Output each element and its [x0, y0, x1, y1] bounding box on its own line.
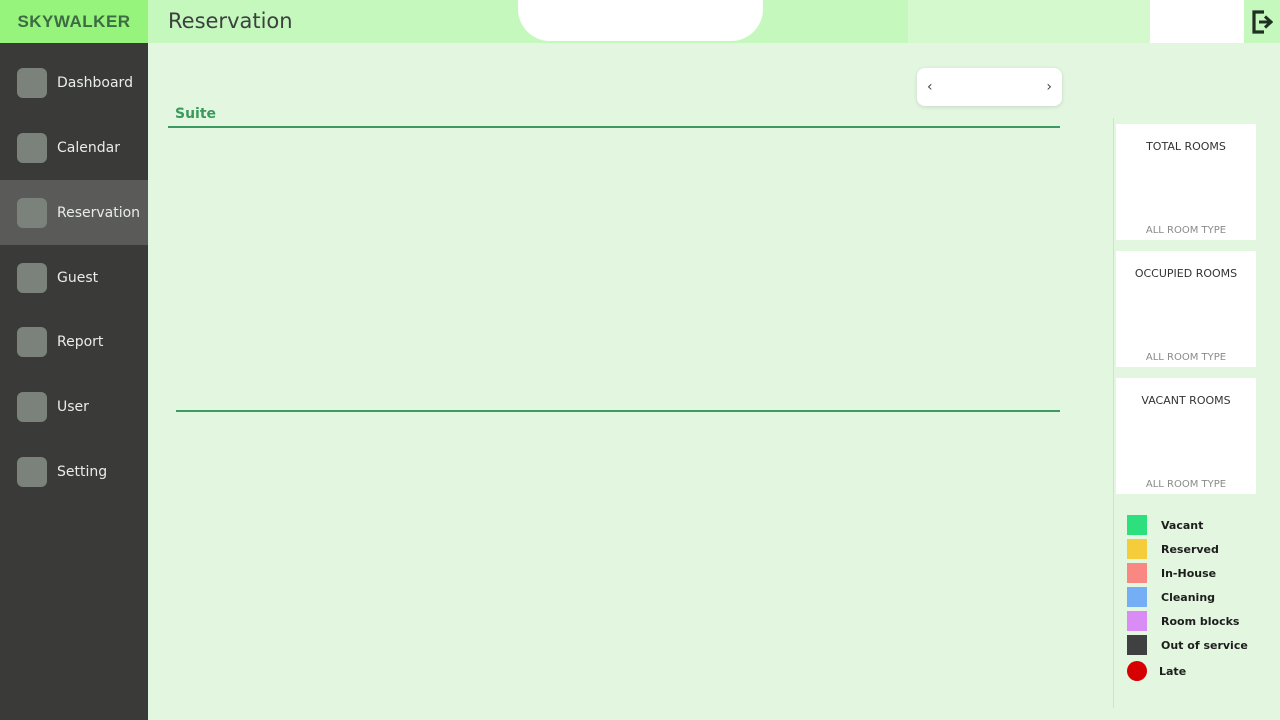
- legend-item-reserved: Reserved: [1127, 539, 1219, 559]
- header-tab: [518, 0, 763, 41]
- header-user-area: [1150, 0, 1244, 43]
- legend-swatch: [1127, 661, 1147, 681]
- logout-icon: [1252, 9, 1273, 34]
- legend-label: Room blocks: [1161, 614, 1240, 628]
- next-arrow-icon[interactable]: ›: [1046, 79, 1052, 95]
- legend-item-room-blocks: Room blocks: [1127, 611, 1239, 631]
- stat-subtitle: ALL ROOM TYPE: [1145, 352, 1227, 363]
- legend-swatch: [1127, 635, 1147, 655]
- legend-item-out-of-service: Out of service: [1127, 635, 1248, 655]
- brand-name: SKYWALKER: [17, 11, 131, 31]
- stat-title: VACANT ROOMS: [1141, 394, 1231, 407]
- sidebar-item-calendar[interactable]: Calendar: [0, 115, 148, 180]
- section-divider-bottom: [176, 410, 1060, 412]
- calendar-icon: [17, 132, 47, 163]
- dashboard-icon: [17, 67, 47, 98]
- stat-subtitle: ALL ROOM TYPE: [1145, 225, 1227, 236]
- legend-swatch: [1127, 611, 1147, 631]
- sidebar-item-label: Setting: [57, 463, 108, 480]
- sidebar-item-label: Dashboard: [57, 74, 133, 91]
- legend-swatch: [1127, 539, 1147, 559]
- setting-icon: [17, 456, 47, 487]
- header-bar: Reservation: [148, 0, 1280, 43]
- report-icon: [17, 326, 47, 357]
- stat-title: TOTAL ROOMS: [1146, 140, 1226, 153]
- sidebar-item-label: Calendar: [57, 139, 120, 156]
- legend-label: In-House: [1161, 566, 1217, 580]
- stat-card-vacant-rooms: VACANT ROOMS ALL ROOM TYPE: [1116, 378, 1256, 494]
- section-title: Suite: [175, 106, 217, 122]
- user-icon: [17, 391, 47, 422]
- legend-item-vacant: Vacant: [1127, 515, 1203, 535]
- legend-label: Late: [1159, 664, 1187, 678]
- sidebar-item-dashboard[interactable]: Dashboard: [0, 50, 148, 115]
- page-title: Reservation: [168, 9, 293, 33]
- date-navigator: ‹ ›: [917, 68, 1062, 106]
- brand-logo: SKYWALKER: [0, 0, 148, 43]
- legend-label: Out of service: [1161, 638, 1248, 652]
- sidebar-item-label: User: [57, 398, 89, 415]
- sidebar-item-report[interactable]: Report: [0, 309, 148, 374]
- legend-item-in-house: In-House: [1127, 563, 1216, 583]
- stat-card-total-rooms: TOTAL ROOMS ALL ROOM TYPE: [1116, 124, 1256, 240]
- sidebar-item-label: Reservation: [57, 204, 141, 221]
- legend-label: Vacant: [1161, 518, 1204, 532]
- sidebar: Dashboard Calendar Reservation Guest Rep…: [0, 43, 148, 720]
- stat-card-occupied-rooms: OCCUPIED ROOMS ALL ROOM TYPE: [1116, 251, 1256, 367]
- section-divider-top: [168, 126, 1060, 128]
- legend-item-late: Late: [1127, 661, 1186, 681]
- reservation-icon: [17, 197, 47, 228]
- legend-item-cleaning: Cleaning: [1127, 587, 1215, 607]
- guest-icon: [17, 262, 47, 293]
- sidebar-item-label: Guest: [57, 269, 99, 286]
- sidebar-item-reservation[interactable]: Reservation: [0, 180, 148, 245]
- sidebar-item-user[interactable]: User: [0, 374, 148, 439]
- legend-swatch: [1127, 563, 1147, 583]
- stat-subtitle: ALL ROOM TYPE: [1145, 479, 1227, 490]
- sidebar-item-guest[interactable]: Guest: [0, 245, 148, 310]
- sidebar-item-label: Report: [57, 333, 104, 350]
- logout-button[interactable]: [1244, 0, 1280, 43]
- prev-arrow-icon[interactable]: ‹: [927, 79, 933, 95]
- stat-title: OCCUPIED ROOMS: [1134, 267, 1238, 280]
- sidebar-item-setting[interactable]: Setting: [0, 439, 148, 504]
- right-panel-divider: [1113, 118, 1114, 708]
- legend-label: Cleaning: [1161, 590, 1216, 604]
- legend-swatch: [1127, 587, 1147, 607]
- legend-swatch: [1127, 515, 1147, 535]
- header-panel: [908, 0, 1150, 43]
- legend-label: Reserved: [1161, 542, 1219, 556]
